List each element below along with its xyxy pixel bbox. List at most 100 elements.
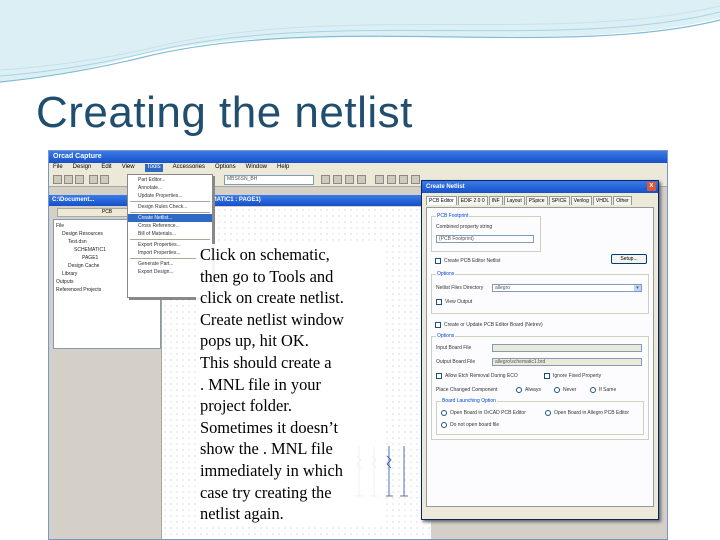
ignore-fixed-checkbox[interactable] bbox=[544, 373, 550, 379]
instruction-line: immediately in which bbox=[200, 460, 343, 480]
tab-layout[interactable]: Layout bbox=[503, 196, 525, 205]
zoom-all-icon[interactable] bbox=[357, 175, 366, 184]
place-changed-label: Place Changed Component bbox=[436, 387, 498, 393]
view-output-checkbox[interactable] bbox=[436, 299, 442, 305]
zoom-out-icon[interactable] bbox=[333, 175, 342, 184]
instruction-line: . MNL file in your bbox=[200, 374, 321, 394]
footprint-field[interactable]: {PCB Footprint} bbox=[436, 235, 534, 243]
setup-button[interactable]: Setup... bbox=[611, 254, 647, 264]
menu-options[interactable]: Options bbox=[215, 164, 236, 172]
header-wave-decoration bbox=[0, 0, 720, 83]
new-icon[interactable] bbox=[53, 175, 62, 184]
menu-separator bbox=[130, 201, 210, 202]
tools-menu-item[interactable]: Cross Reference... bbox=[128, 222, 212, 230]
instruction-line: pops up, hit OK. bbox=[200, 331, 309, 351]
app-title-bar: Orcad Capture bbox=[49, 151, 667, 163]
menu-accessories[interactable]: Accessories bbox=[173, 164, 205, 172]
instruction-line: This should create a bbox=[200, 352, 332, 372]
instruction-line: case try creating the bbox=[200, 482, 332, 502]
radio-label: Always bbox=[525, 387, 541, 393]
part-combo[interactable]: MBS6SN_BH bbox=[224, 175, 314, 185]
board-options-group: Options Input Board File Output Board Fi… bbox=[431, 333, 649, 440]
tools-menu-item[interactable]: Annotate... bbox=[128, 184, 212, 192]
allow-etch-checkbox[interactable] bbox=[436, 373, 442, 379]
radio-label: Open Board in OrCAD PCB Editor bbox=[450, 410, 526, 416]
output-board-field[interactable]: allegro\schematic1.brd bbox=[492, 358, 642, 366]
menu-bar: File Design Edit View Tools Accessories … bbox=[49, 163, 667, 173]
dialog-body: PCB Footprint Combined property string {… bbox=[426, 207, 654, 507]
dialog-title: Create Netlist bbox=[426, 184, 465, 190]
zoom-area-icon[interactable] bbox=[345, 175, 354, 184]
radio-never[interactable] bbox=[554, 387, 560, 393]
tab-inf[interactable]: INF bbox=[488, 196, 503, 205]
radio-label: Open Board in Allegro PCB Editor bbox=[554, 410, 630, 416]
instruction-line: project folder. bbox=[200, 396, 292, 416]
tab-pspice[interactable]: PSpice bbox=[525, 196, 548, 205]
output-board-label: Output Board File bbox=[436, 359, 476, 365]
radio-open-allegro[interactable] bbox=[545, 410, 551, 416]
schematic-window-title: (SCHEMATIC1 : PAGE1) bbox=[189, 195, 429, 206]
board-launch-group: Board Launching Option Open Board in OrC… bbox=[436, 398, 644, 435]
tab-vhdl[interactable]: VHDL bbox=[592, 196, 613, 205]
create-netlist-dialog: Create Netlist x PCB Editor EDIF 2 0 0 I… bbox=[421, 180, 659, 520]
bom-icon[interactable] bbox=[399, 175, 408, 184]
allow-etch-label: Allow Etch Removal During ECO bbox=[445, 373, 518, 379]
create-netlist-checkbox[interactable] bbox=[435, 258, 441, 264]
save-icon[interactable] bbox=[75, 175, 84, 184]
instruction-line: Create netlist window bbox=[200, 309, 344, 329]
menu-window[interactable]: Window bbox=[246, 164, 267, 172]
radio-if-same[interactable] bbox=[590, 387, 596, 393]
tools-menu-item[interactable]: Bill of Materials... bbox=[128, 230, 212, 238]
menu-design[interactable]: Design bbox=[73, 164, 92, 172]
chevron-down-icon[interactable]: ▾ bbox=[634, 285, 641, 291]
group-label: PCB Footprint bbox=[436, 213, 470, 219]
menu-tools[interactable]: Tools bbox=[144, 164, 163, 172]
tools-menu-item[interactable]: Update Properties... bbox=[128, 192, 212, 200]
tab-spice[interactable]: SPICE bbox=[548, 196, 570, 205]
radio-do-not-open[interactable] bbox=[441, 422, 447, 428]
tools-menu-item[interactable]: Part Editor... bbox=[128, 176, 212, 184]
menu-file[interactable]: File bbox=[53, 164, 63, 172]
instruction-line: then go to Tools and bbox=[200, 266, 334, 286]
tab-edif[interactable]: EDIF 2 0 0 bbox=[457, 196, 488, 205]
tab-pcb-editor[interactable]: PCB Editor bbox=[426, 196, 457, 205]
menu-edit[interactable]: Edit bbox=[101, 164, 111, 172]
tab-other[interactable]: Other bbox=[613, 196, 632, 205]
radio-label: If Same bbox=[599, 387, 617, 393]
radio-label: Never bbox=[563, 387, 577, 393]
zoom-in-icon[interactable] bbox=[321, 175, 330, 184]
menu-help[interactable]: Help bbox=[277, 164, 289, 172]
instruction-line: netlist again. bbox=[200, 504, 284, 524]
input-board-field[interactable] bbox=[492, 344, 642, 352]
input-board-label: Input Board File bbox=[436, 345, 472, 351]
view-output-label: View Output bbox=[445, 299, 473, 305]
radio-label: Do not open board file bbox=[450, 422, 500, 428]
menu-separator bbox=[130, 212, 210, 213]
instruction-line: click on create netlist. bbox=[200, 288, 344, 308]
print-icon[interactable] bbox=[89, 175, 98, 184]
dialog-title-bar: Create Netlist x bbox=[422, 181, 658, 193]
instruction-text: Click on schematic, then go to Tools and… bbox=[196, 244, 386, 525]
tools-menu-item[interactable]: Design Rules Check... bbox=[128, 203, 212, 211]
update-board-checkbox[interactable] bbox=[435, 322, 441, 328]
create-netlist-label: Create PCB Editor Netlist bbox=[444, 258, 501, 264]
radio-always[interactable] bbox=[516, 387, 522, 393]
netlist-files-value: allegro bbox=[495, 285, 511, 291]
group-label: Board Launching Option bbox=[441, 398, 497, 404]
group-label: Options bbox=[436, 333, 456, 339]
help-icon[interactable] bbox=[411, 175, 420, 184]
instruction-line: show the . MNL file bbox=[200, 439, 333, 459]
menu-view[interactable]: View bbox=[122, 164, 135, 172]
radio-open-orcad[interactable] bbox=[441, 410, 447, 416]
instruction-line: Click on schematic, bbox=[200, 245, 330, 264]
netlist-files-field[interactable]: allegro ▾ bbox=[492, 284, 642, 292]
cut-icon[interactable] bbox=[100, 175, 109, 184]
instruction-line: Sometimes it doesn’t bbox=[200, 417, 339, 437]
tab-verilog[interactable]: Verilog bbox=[570, 196, 592, 205]
close-icon[interactable]: x bbox=[647, 182, 656, 191]
netlist-icon[interactable] bbox=[387, 175, 396, 184]
open-icon[interactable] bbox=[64, 175, 73, 184]
create-netlist-menu-item[interactable]: Create Netlist... bbox=[128, 214, 212, 222]
group-label: Options bbox=[436, 271, 456, 277]
drc-icon[interactable] bbox=[375, 175, 384, 184]
